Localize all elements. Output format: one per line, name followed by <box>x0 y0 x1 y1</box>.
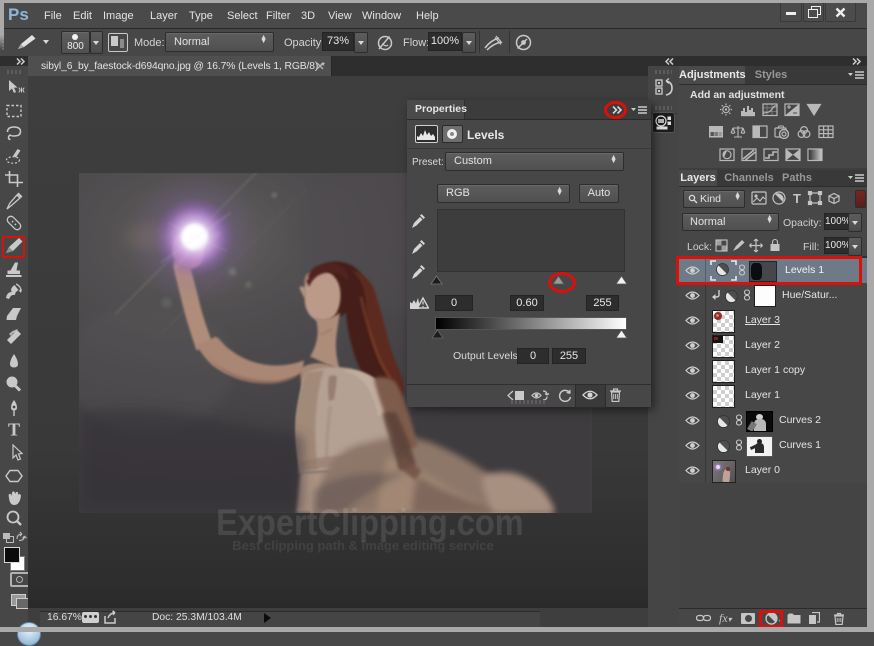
svg-text:T: T <box>793 191 801 206</box>
svg-text:T: T <box>8 420 20 440</box>
